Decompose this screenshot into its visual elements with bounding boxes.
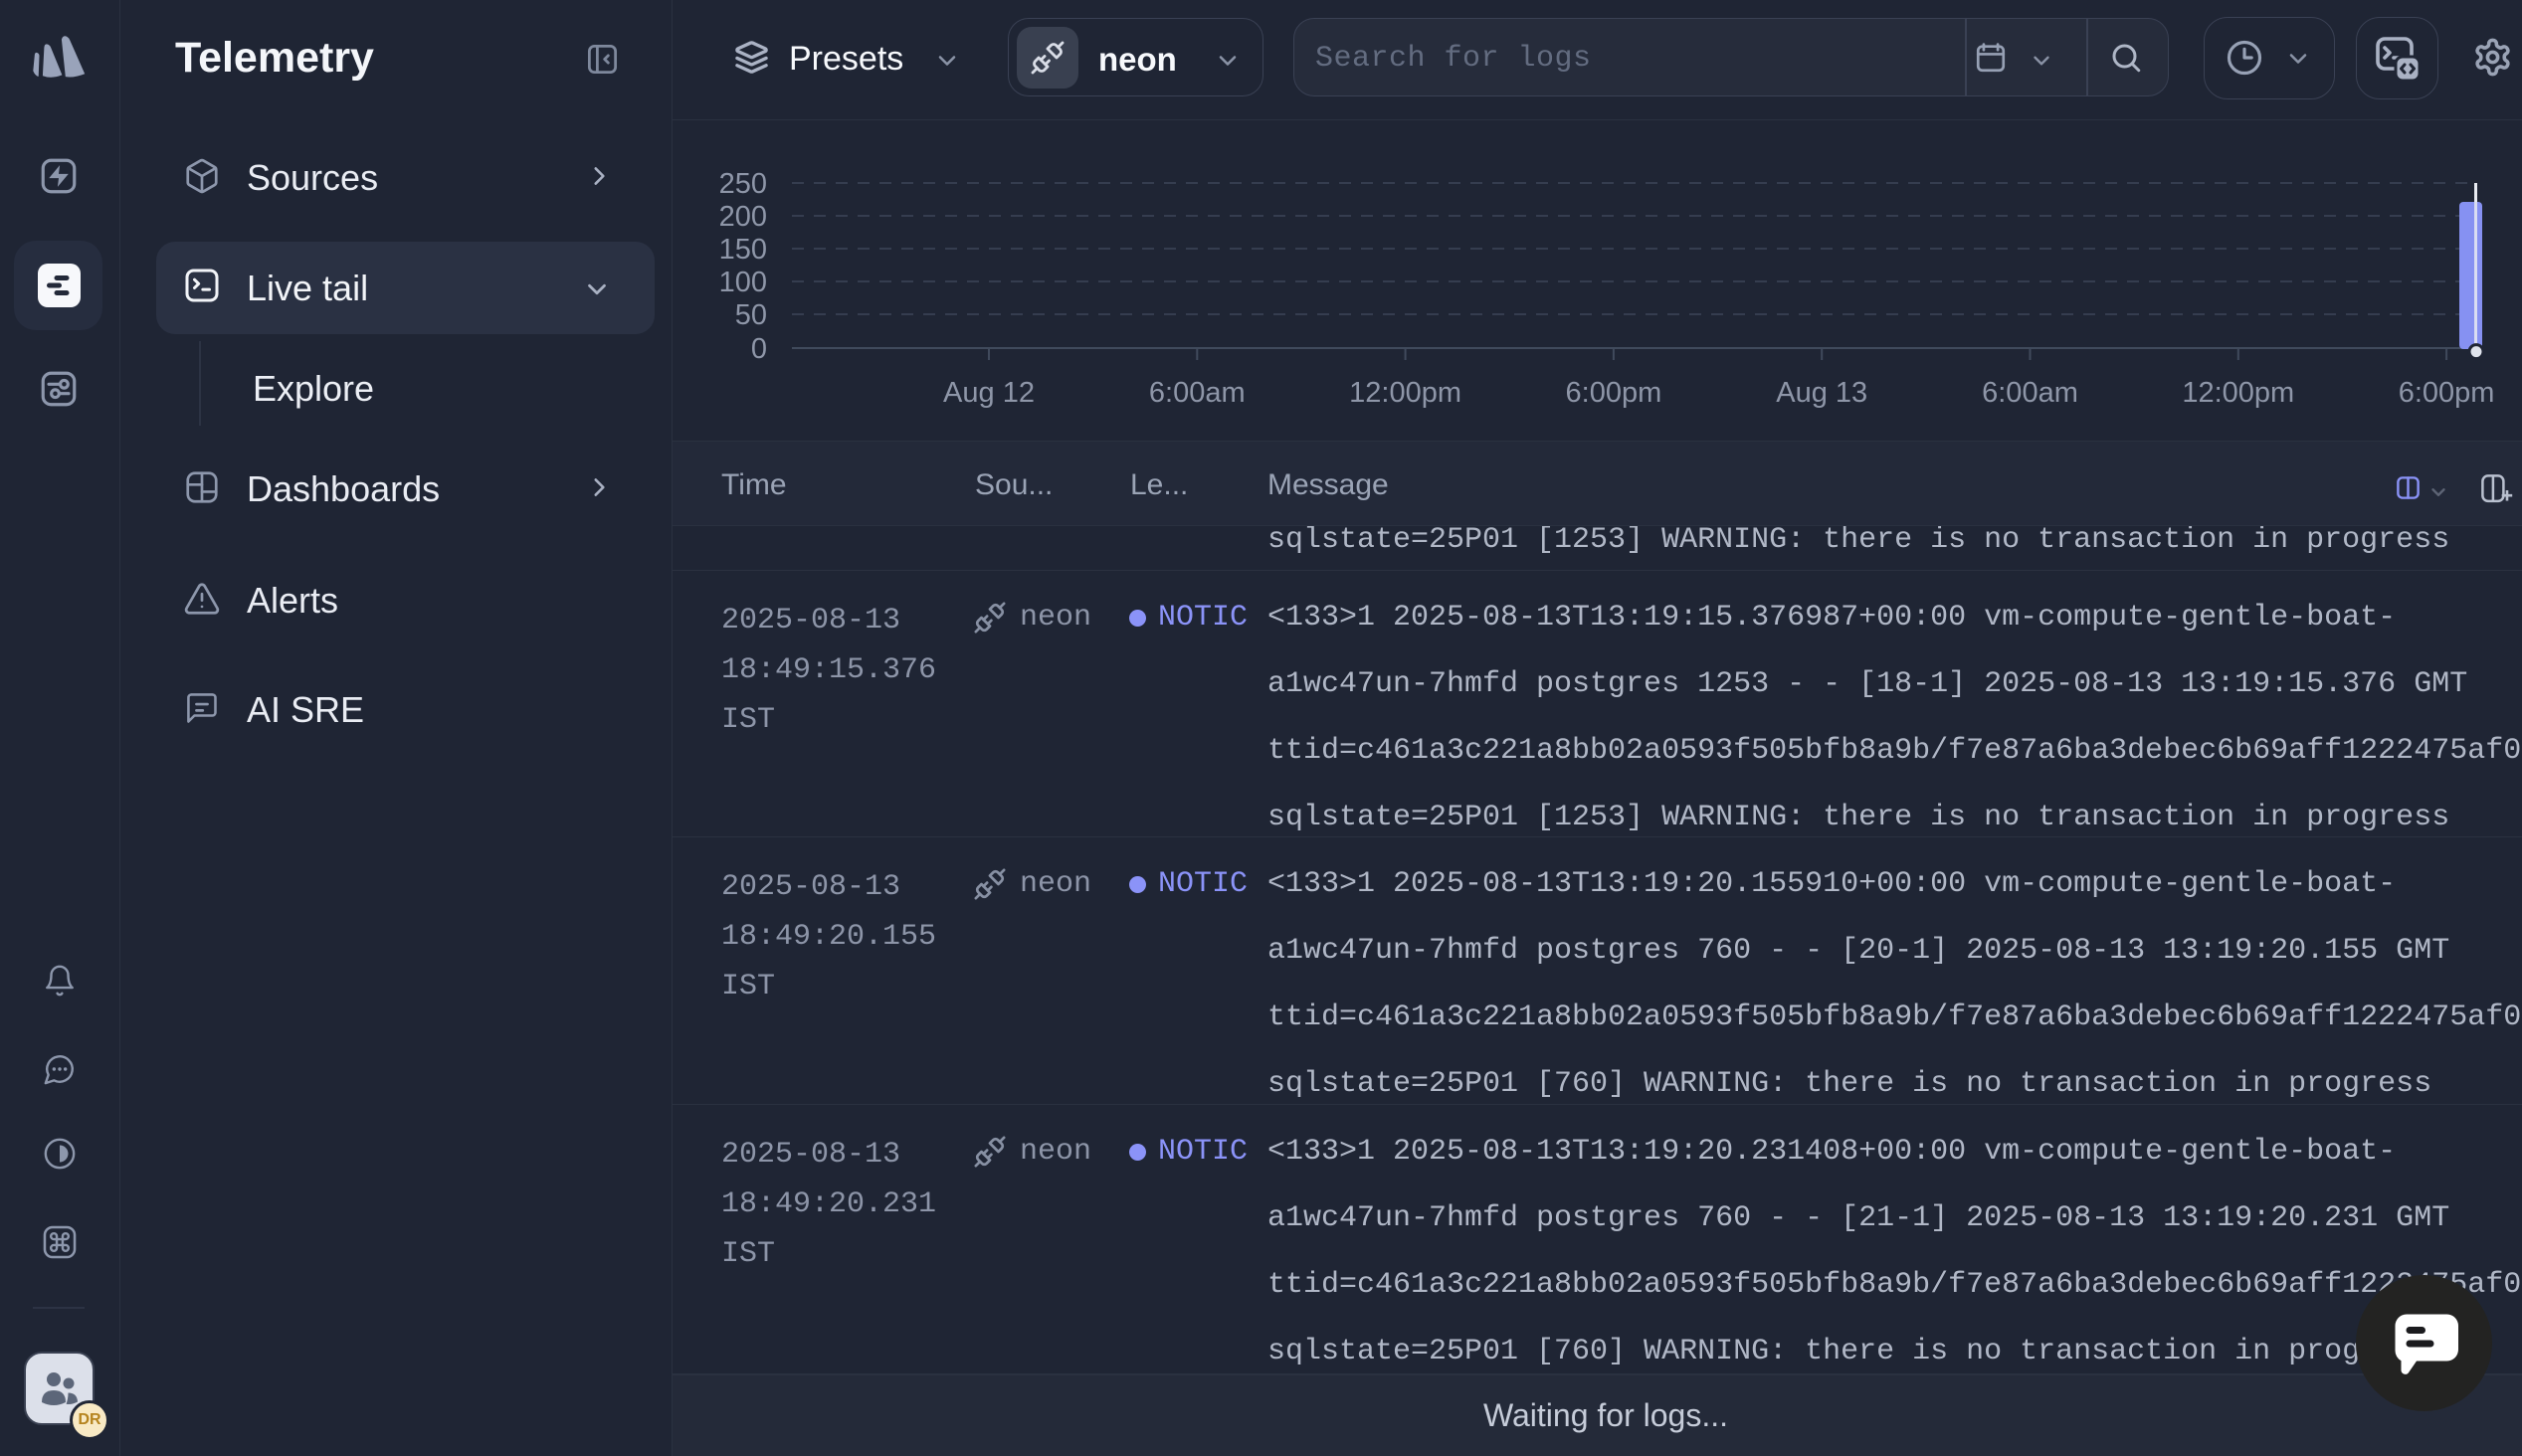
svg-text:6:00am: 6:00am xyxy=(1982,377,2078,409)
svg-text:150: 150 xyxy=(719,234,767,266)
svg-text:200: 200 xyxy=(719,201,767,233)
svg-text:12:00pm: 12:00pm xyxy=(2182,377,2294,409)
svg-text:50: 50 xyxy=(735,299,767,331)
svg-text:250: 250 xyxy=(719,168,767,200)
svg-text:12:00pm: 12:00pm xyxy=(1349,377,1461,409)
svg-text:6:00am: 6:00am xyxy=(1149,377,1246,409)
svg-text:6:00pm: 6:00pm xyxy=(2399,377,2495,409)
svg-text:6:00pm: 6:00pm xyxy=(1566,377,1662,409)
svg-text:Aug 12: Aug 12 xyxy=(943,377,1035,409)
svg-text:0: 0 xyxy=(751,333,767,365)
svg-text:100: 100 xyxy=(719,267,767,298)
svg-text:Aug 13: Aug 13 xyxy=(1776,377,1867,409)
